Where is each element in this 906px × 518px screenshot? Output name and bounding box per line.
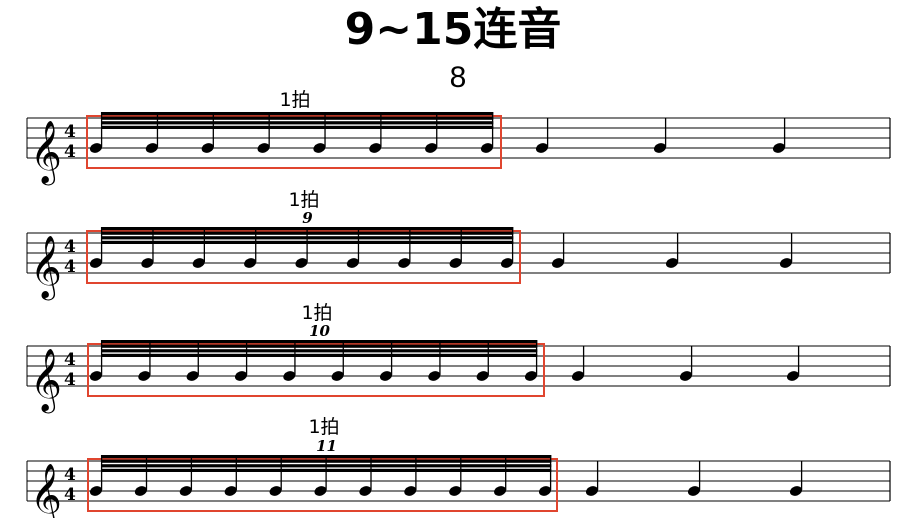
note-beam [101,349,538,353]
note-beam [101,227,514,231]
note-beam [101,468,552,472]
note-beam [101,240,514,244]
beat-label: 1拍 [308,416,339,438]
note-beam [101,464,552,468]
treble-clef-icon: 𝄞 [30,120,62,186]
note-beam [101,125,494,129]
treble-clef-icon: 𝄞 [30,235,62,301]
note-beam [101,112,494,116]
time-signature-bottom: 4 [64,142,76,162]
tuplet-number: 10 [309,322,330,340]
time-signature-top: 4 [64,465,76,485]
note-beam [101,455,552,459]
time-signature-bottom: 4 [64,257,76,277]
tuplet-number: 9 [302,209,313,227]
music-score: 𝄞 441拍𝄞 441拍9𝄞 441拍10𝄞 441拍11 [26,89,891,518]
beat-label: 1拍 [301,302,332,324]
note-beam [101,459,552,463]
beat-label: 1拍 [279,89,310,111]
time-signature-top: 4 [64,350,76,370]
note-beam [101,340,538,344]
beat-label: 1拍 [288,189,319,211]
time-signature-top: 4 [64,237,76,257]
note-beam [101,353,538,357]
treble-clef-icon: 𝄞 [30,463,62,518]
treble-clef-icon: 𝄞 [30,348,62,414]
note-beam [101,344,538,348]
note-beam [101,236,514,240]
staff-system: 𝄞 44 1拍10 [26,302,891,414]
note-beam [101,116,494,120]
staff-system: 𝄞 44 1拍9 [26,189,891,301]
time-signature-bottom: 4 [64,370,76,390]
time-signature-bottom: 4 [64,485,76,505]
staff-system: 𝄞 44 1拍 [26,89,891,186]
staff-system: 𝄞 44 1拍11 [26,416,891,518]
tuplet-number: 11 [316,437,337,455]
time-signature-top: 4 [64,122,76,142]
note-beam [101,231,514,235]
note-beam [101,121,494,125]
